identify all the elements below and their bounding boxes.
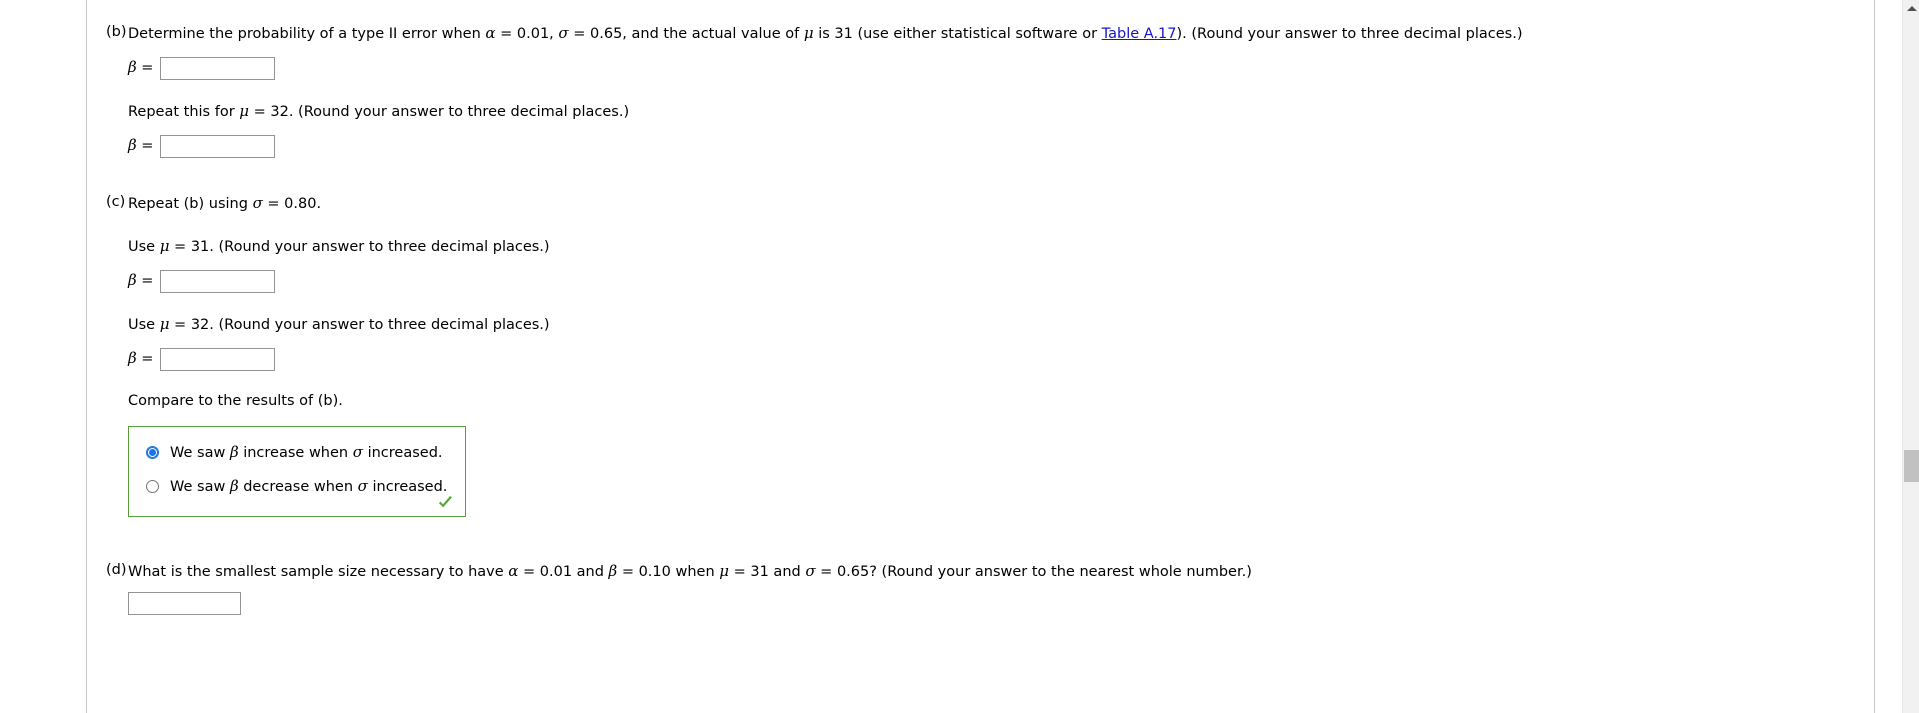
spacer-c-d (87, 517, 1874, 560)
mu-symbol: μ (159, 315, 170, 333)
sigma-symbol: σ (357, 476, 368, 495)
spacer-b-c (87, 158, 1874, 192)
mu-symbol: μ (239, 101, 250, 120)
radio-button-increase[interactable] (146, 446, 159, 459)
scroll-up-arrow-icon[interactable] (1903, 0, 1919, 17)
part-c-sub2-seg-0: Use (128, 317, 160, 333)
radio-label-increase: We saw β increase when σ increased. (170, 442, 443, 461)
part-c-prompt-seg-2: = 0.80. (262, 195, 322, 212)
beta-equals-label-4: β = (128, 349, 154, 368)
mu-symbol: μ (159, 237, 170, 256)
part-b-subprompt: Repeat this for μ = 32. (Round your answ… (128, 100, 1874, 124)
part-c-sub2-text: Use μ = 32. (Round your answer to three … (128, 313, 1874, 337)
sigma-symbol: σ (558, 24, 569, 42)
part-b-label: (b) (106, 24, 127, 40)
part-d-answer-row (128, 592, 1874, 616)
part-b-subprompt-seg-0: Repeat this for (128, 103, 240, 120)
part-c-compare-text: Compare to the results of (b). (128, 392, 343, 409)
question-part-c: (c) Repeat (b) using σ = 0.80. Use μ = 3… (87, 192, 1874, 517)
part-c-answer-row-2: β = (128, 347, 1874, 371)
alpha-symbol: α (485, 24, 496, 42)
beta-equals-label-2: β = (128, 135, 154, 154)
beta-equals-label-3: β = (128, 271, 154, 290)
part-b-subprompt-seg-2: = 32. (Round your answer to three decima… (249, 103, 630, 120)
mu-symbol: μ (803, 24, 814, 42)
beta-input-mu31-sigma065[interactable] (160, 56, 276, 80)
vertical-scrollbar[interactable] (1902, 0, 1919, 713)
sigma-symbol: σ (252, 193, 263, 212)
sigma-symbol: σ (805, 561, 816, 580)
part-c-label: (c) (106, 193, 126, 210)
beta-equals-label-1: β = (128, 58, 154, 77)
sigma-symbol: σ (352, 442, 363, 461)
part-c-sub1-text: Use μ = 31. (Round your answer to three … (128, 235, 1874, 259)
question-part-b: (b) Determine the probability of a type … (87, 22, 1874, 158)
question-part-d: (d) What is the smallest sample size nec… (87, 560, 1874, 616)
part-b-prompt-seg-2: = 0.01, (495, 26, 559, 42)
part-d-label: (d) (106, 561, 127, 578)
correct-checkmark-icon (437, 494, 454, 511)
part-b-prompt-seg-0: Determine the probability of a type II e… (128, 26, 486, 42)
question-content: (b) Determine the probability of a type … (87, 0, 1874, 616)
beta-input-mu32-sigma065[interactable] (160, 134, 276, 158)
part-c-prompt: Repeat (b) using σ = 0.80. (128, 192, 1874, 216)
mu-symbol: μ (719, 561, 729, 580)
table-a17-link[interactable]: Table A.17 (1102, 26, 1177, 42)
part-c-prompt-seg-0: Repeat (b) using (128, 195, 253, 212)
part-d-prompt-seg-6: = 31 and (729, 563, 806, 580)
part-b-prompt: Determine the probability of a type II e… (128, 22, 1874, 46)
part-b-prompt-seg-8: ). (Round your answer to three decimal p… (1176, 26, 1523, 42)
radio-option-increase[interactable]: We saw β increase when σ increased. (129, 439, 465, 467)
beta-input-mu31-sigma080[interactable] (160, 270, 276, 293)
part-d-prompt-seg-4: = 0.10 when (617, 563, 720, 580)
alpha-symbol: α (508, 561, 519, 580)
beta-symbol: β (229, 442, 239, 461)
part-b-prompt-seg-4: = 0.65, and the actual value of (568, 26, 804, 42)
sample-size-input[interactable] (128, 592, 241, 616)
part-d-prompt-seg-2: = 0.01 and (518, 563, 609, 580)
page-right-rule (1874, 0, 1875, 713)
part-c-sub1-seg-2: = 31. (Round your answer to three decima… (169, 239, 550, 256)
beta-input-mu32-sigma080[interactable] (160, 347, 276, 371)
part-d-prompt-seg-8: = 0.65? (Round your answer to the neares… (815, 563, 1252, 580)
radio-label-decrease: We saw β decrease when σ increased. (170, 476, 448, 495)
part-d-prompt-seg-0: What is the smallest sample size necessa… (128, 563, 509, 580)
part-c-sub1-seg-0: Use (128, 239, 160, 256)
beta-symbol: β (229, 476, 239, 495)
part-d-prompt: What is the smallest sample size necessa… (128, 560, 1874, 584)
part-b-answer-row-2: β = (128, 134, 1874, 158)
part-c-answer-row-1: β = (128, 270, 1874, 293)
radio-button-decrease[interactable] (146, 480, 159, 494)
spacer-top (87, 0, 1874, 22)
scrollbar-thumb[interactable] (1904, 450, 1919, 482)
comparison-choice-group: We saw β increase when σ increased. We s… (128, 425, 466, 517)
beta-symbol: β (608, 561, 618, 580)
part-b-prompt-seg-6: is 31 (use either statistical software o… (813, 26, 1102, 42)
radio-option-decrease[interactable]: We saw β decrease when σ increased. (129, 473, 465, 501)
part-c-sub2-seg-2: = 32. (Round your answer to three decima… (169, 317, 550, 333)
part-b-answer-row-1: β = (128, 56, 1874, 80)
